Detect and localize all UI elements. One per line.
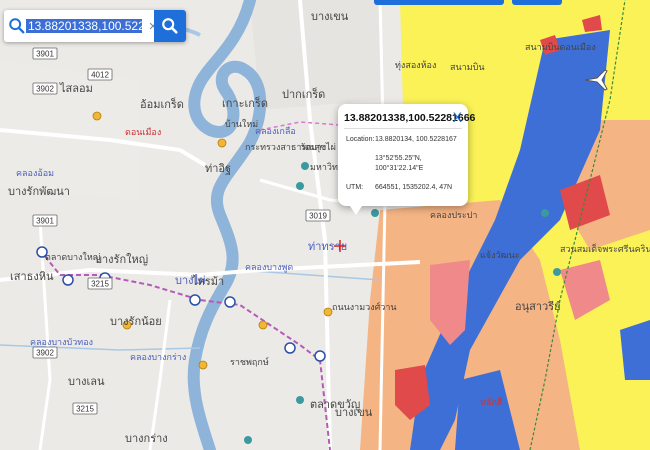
- map-label-thiru: ท่าอิฐ: [205, 163, 231, 175]
- magnifier-icon: [162, 18, 178, 34]
- map-label-klong-bang-phut: คลองบางพูด: [245, 262, 293, 273]
- map-label-ban-mai: อนุสาวรีย์: [515, 300, 561, 313]
- svg-text:3215: 3215: [91, 280, 109, 289]
- coordinate-popup: 13.88201338,100.52281666 X Location: 13.…: [338, 104, 475, 215]
- map-label-klong-kluea: คลองเกลือ: [255, 126, 296, 136]
- poi-icon[interactable]: [92, 111, 102, 121]
- map-label-airport-area: สนามบินดอนเมือง: [525, 42, 596, 52]
- toolbar-tab[interactable]: [374, 0, 504, 5]
- poi-icon[interactable]: [323, 307, 333, 317]
- road-shield: 4012: [87, 68, 113, 81]
- map-label-bang-rak-yai: บางรักใหญ่: [95, 253, 148, 266]
- map-label-north-park: สวนสมเด็จพระศรีนครินทร์: [560, 242, 650, 254]
- svg-text:3902: 3902: [36, 349, 54, 358]
- map-label-bang-khen: บางเขน: [335, 407, 373, 419]
- station-icon[interactable]: [62, 274, 74, 286]
- poi-icon[interactable]: [296, 396, 304, 404]
- poi-icon[interactable]: [301, 162, 309, 170]
- utm-key: UTM:: [346, 184, 364, 191]
- map-label-klong-prapa: คลองประปา: [430, 210, 477, 220]
- search-button[interactable]: [154, 10, 186, 42]
- map-label-khlong-bang-krang: คลองบางกร่าง: [130, 352, 186, 362]
- divider: [344, 128, 462, 129]
- map-label-klong-bang-bua-thong: คลองบางบัวทอง: [30, 337, 93, 347]
- map-label-chaeng-wattana: แจ้งวัฒนะ: [480, 250, 520, 260]
- svg-text:3902: 3902: [36, 85, 54, 94]
- station-icon[interactable]: [284, 342, 296, 354]
- road-shield: 3019: [305, 209, 331, 222]
- map-label-bang-krang: บางกร่าง: [125, 433, 168, 445]
- location-key: Location:: [346, 136, 375, 143]
- svg-text:3019: 3019: [309, 212, 327, 221]
- location-value: 13.8820134, 100.5228167: [375, 136, 457, 143]
- map-canvas[interactable]: 39014012390239013215390232153019 บางเขนป…: [0, 0, 650, 450]
- svg-text:4012: 4012: [91, 71, 109, 80]
- road-shield: 3215: [87, 277, 113, 290]
- search-box: 13.88201338,100.52281666 ×: [4, 10, 186, 42]
- poi-icon[interactable]: [541, 209, 549, 217]
- utm-value: 664551, 1535202.4, 47N: [375, 184, 453, 191]
- map-label-thung-song-hong: ทุ่งสองห้อง: [395, 60, 436, 71]
- map-label-nonthaburi-road: ถนนงามวงศ์วาน: [332, 301, 397, 312]
- poi-icon[interactable]: [296, 182, 304, 190]
- map-label-bang-khen-top: บางเขน: [311, 11, 349, 23]
- road-shield: 3902: [32, 82, 58, 95]
- map-label-wat-lat-pla-duk: วัดบางไผ่: [300, 142, 336, 152]
- close-icon[interactable]: X: [453, 109, 462, 125]
- toolbar-tab[interactable]: [512, 0, 562, 5]
- poi-icon[interactable]: [217, 138, 227, 148]
- map-label-om-kret: อ้อมเกร็ด: [140, 97, 184, 111]
- dms-lat: 13°52'55.25"N,: [375, 155, 422, 162]
- map-label-don-mueang-left: ดอนเมือง: [125, 127, 161, 137]
- road-shield: 3901: [32, 47, 58, 60]
- map-label-ko-kret: เกาะเกร็ด: [222, 96, 268, 110]
- svg-text:3901: 3901: [36, 217, 54, 226]
- search-input[interactable]: 13.88201338,100.52281666: [26, 19, 178, 33]
- map-label-bang-len: บางเลน: [68, 376, 105, 388]
- road-shield: 3215: [72, 402, 98, 415]
- dms-lon: 100°31'22.14"E: [375, 165, 424, 172]
- road-shield: 3901: [32, 214, 58, 227]
- map-label-rama-v: ราชพฤกษ์: [230, 356, 269, 367]
- map-label-sai-lom: ไสลอม: [59, 82, 93, 95]
- svg-text:3901: 3901: [36, 50, 54, 59]
- map-label-talat-bang-yai: ตลาดบางใหญ่: [45, 252, 101, 262]
- map-label-klong-om: คลองอ้อม: [16, 168, 54, 178]
- search-icon: [9, 18, 25, 34]
- map-label-pak-kret: ปากเกร็ด: [282, 87, 325, 101]
- map-label-sanam-bin: สนามบิน: [450, 62, 485, 72]
- poi-icon[interactable]: [198, 360, 208, 370]
- map-label-bang-rak-noi: บางรักน้อย: [110, 316, 162, 328]
- poi-icon[interactable]: [553, 268, 561, 276]
- road-shield: 3902: [32, 346, 58, 359]
- station-icon[interactable]: [314, 350, 326, 362]
- station-icon[interactable]: [224, 296, 236, 308]
- map-label-tha-sai: ท่าทราย: [308, 241, 347, 253]
- map-label-bang-rak-phatthana: บางรักพัฒนา: [8, 186, 70, 198]
- poi-icon[interactable]: [371, 209, 379, 217]
- station-icon[interactable]: [189, 294, 201, 306]
- map-label-tha-it: ไทรม้า: [191, 275, 224, 288]
- map-label-ban-chang-tai: บ้านใหม่: [225, 119, 258, 129]
- map-label-sao-thong-hin: เสาธงหิน: [10, 271, 54, 283]
- poi-icon[interactable]: [244, 436, 252, 444]
- svg-text:3215: 3215: [76, 405, 94, 414]
- poi-icon[interactable]: [258, 320, 268, 330]
- map-label-lak-si: หลักสี่: [480, 395, 503, 407]
